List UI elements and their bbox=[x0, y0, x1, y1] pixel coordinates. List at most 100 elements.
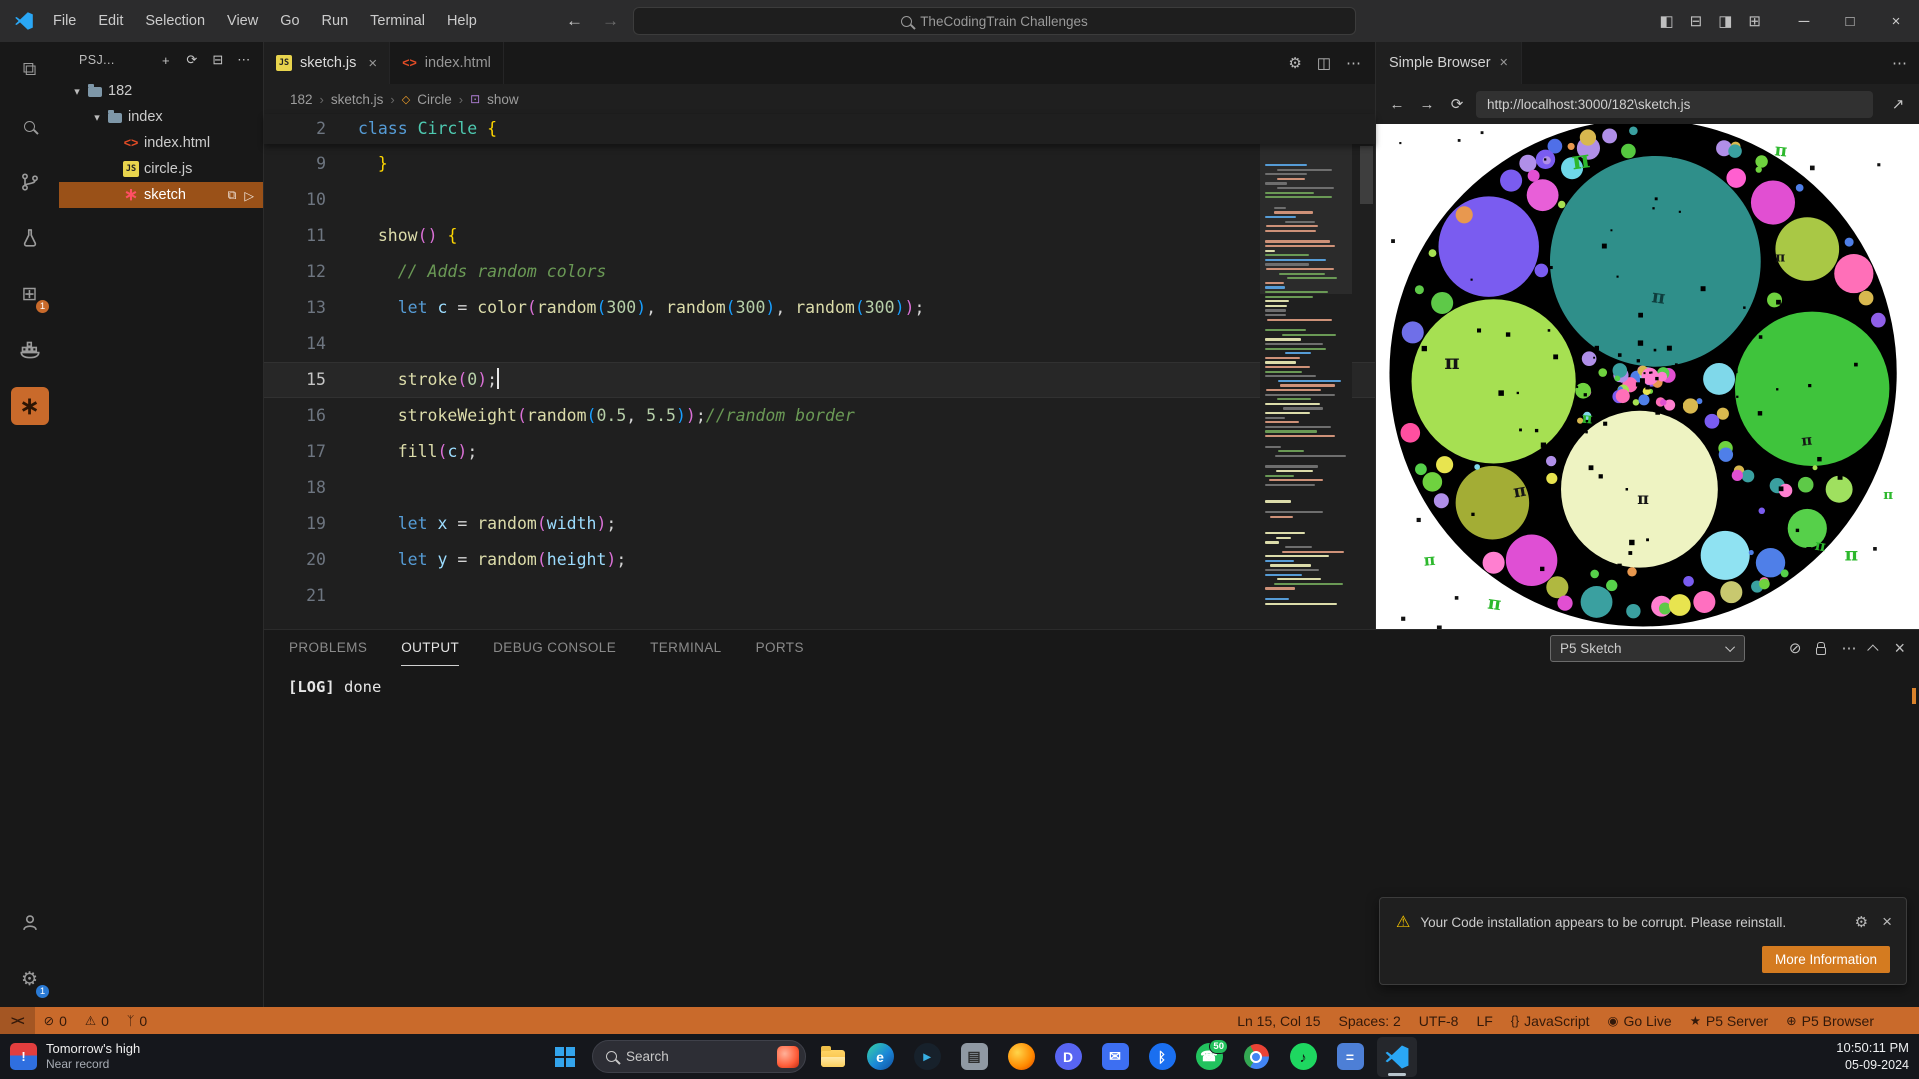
menu-terminal[interactable]: Terminal bbox=[359, 0, 436, 42]
weather-widget[interactable]: ! Tomorrow's high Near record bbox=[10, 1034, 140, 1079]
taskbar-file-explorer[interactable] bbox=[813, 1037, 853, 1077]
nav-forward-icon[interactable]: → bbox=[602, 0, 619, 42]
taskbar-spotify[interactable]: ♪ bbox=[1283, 1037, 1323, 1077]
open-external-icon[interactable]: ↗ bbox=[1883, 89, 1913, 119]
activity-item-extensions[interactable]: ⊞1 bbox=[0, 266, 59, 322]
breadcrumb-item-Circle[interactable]: Circle bbox=[417, 92, 452, 107]
notification-close-icon[interactable]: × bbox=[1882, 912, 1892, 932]
open-to-side-icon[interactable]: ⧉ bbox=[227, 188, 236, 203]
breadcrumb-item-182[interactable]: 182 bbox=[290, 92, 313, 107]
nav-back-icon[interactable]: ← bbox=[566, 0, 583, 42]
taskbar-chrome[interactable] bbox=[1236, 1037, 1276, 1077]
scrollbar-thumb[interactable] bbox=[1360, 146, 1373, 204]
browser-reload-icon[interactable]: ⟳ bbox=[1442, 89, 1472, 119]
toggle-secondary-sidebar-icon[interactable]: ◨ bbox=[1718, 12, 1732, 30]
browser-back-icon[interactable]: ← bbox=[1382, 89, 1412, 119]
taskbar-vscode[interactable] bbox=[1377, 1037, 1417, 1077]
editor-settings-icon[interactable]: ⚙ bbox=[1288, 54, 1301, 72]
activity-item-p5-sketch[interactable]: ∗ bbox=[0, 378, 59, 434]
browser-tab-close-icon[interactable]: × bbox=[1500, 55, 1508, 71]
panel-tab-terminal[interactable]: TERMINAL bbox=[650, 630, 721, 666]
menu-view[interactable]: View bbox=[216, 0, 269, 42]
status-eol[interactable]: LF bbox=[1467, 1007, 1501, 1034]
tree-item-index-html[interactable]: <>index.html bbox=[59, 130, 263, 156]
tab-close-icon[interactable]: × bbox=[368, 55, 377, 72]
status-errors[interactable]: ⊘0 bbox=[35, 1007, 76, 1034]
close-button[interactable]: × bbox=[1873, 0, 1919, 42]
status-go-live[interactable]: ◉Go Live bbox=[1599, 1007, 1681, 1034]
activity-item-settings[interactable]: ⚙1 bbox=[0, 951, 59, 1007]
menu-edit[interactable]: Edit bbox=[87, 0, 134, 42]
taskbar-bluetooth[interactable]: ᛒ bbox=[1142, 1037, 1182, 1077]
panel-close-icon[interactable]: × bbox=[1894, 638, 1905, 659]
taskbar-calculator[interactable]: = bbox=[1330, 1037, 1370, 1077]
taskbar-printer[interactable]: ▤ bbox=[954, 1037, 994, 1077]
minimize-button[interactable]: ─ bbox=[1781, 0, 1827, 42]
status-language-mode[interactable]: {}JavaScript bbox=[1502, 1007, 1599, 1034]
lock-scroll-icon[interactable] bbox=[1816, 647, 1826, 655]
toggle-sidebar-icon[interactable]: ◧ bbox=[1659, 12, 1673, 30]
tree-item-sketch[interactable]: ∗sketch⧉▷ bbox=[59, 182, 263, 208]
more-actions-icon[interactable]: ⋯ bbox=[233, 49, 255, 71]
taskbar-search-box[interactable]: Search bbox=[592, 1040, 806, 1073]
sticky-scroll-line[interactable]: 2class Circle { bbox=[264, 114, 1375, 144]
new-file-icon[interactable]: + bbox=[155, 49, 177, 71]
minimap-slider[interactable] bbox=[1260, 144, 1352, 294]
tree-item-circle-js[interactable]: JScircle.js bbox=[59, 156, 263, 182]
collapse-folders-icon[interactable]: ⊟ bbox=[207, 49, 229, 71]
taskbar-whatsapp[interactable]: ☎50 bbox=[1189, 1037, 1229, 1077]
status-remote-indicator[interactable]: >< bbox=[0, 1007, 35, 1034]
tab-index-html[interactable]: <>index.html bbox=[390, 42, 504, 84]
activity-item-source-control[interactable] bbox=[0, 154, 59, 210]
browser-forward-icon[interactable]: → bbox=[1412, 89, 1442, 119]
panel-tab-ports[interactable]: PORTS bbox=[756, 630, 804, 666]
split-editor-icon[interactable]: ◫ bbox=[1317, 54, 1331, 72]
activity-item-docker[interactable] bbox=[0, 322, 59, 378]
activity-item-testing[interactable] bbox=[0, 210, 59, 266]
toggle-panel-icon[interactable]: ⊟ bbox=[1690, 12, 1703, 30]
code-editor[interactable]: 9 }1011 show() {12 // Adds random colors… bbox=[264, 146, 1375, 614]
status-p5-server[interactable]: ★P5 Server bbox=[1681, 1007, 1777, 1034]
refresh-icon[interactable]: ⟳ bbox=[181, 49, 203, 71]
menu-go[interactable]: Go bbox=[269, 0, 310, 42]
more-information-button[interactable]: More Information bbox=[1762, 946, 1890, 973]
menu-help[interactable]: Help bbox=[436, 0, 488, 42]
activity-item-search[interactable] bbox=[0, 98, 59, 154]
status-encoding[interactable]: UTF-8 bbox=[1410, 1007, 1468, 1034]
more-actions-icon[interactable]: ⋯ bbox=[1346, 54, 1361, 72]
minimap[interactable] bbox=[1260, 144, 1352, 629]
activity-item-explorer[interactable]: ⧉ bbox=[0, 42, 59, 98]
editor-scrollbar[interactable] bbox=[1358, 144, 1375, 629]
tree-item-index[interactable]: ▾index bbox=[59, 104, 263, 130]
menu-selection[interactable]: Selection bbox=[134, 0, 216, 42]
url-input[interactable]: http://localhost:3000/182\sketch.js bbox=[1476, 91, 1873, 118]
customize-layout-icon[interactable]: ⊞ bbox=[1748, 12, 1761, 30]
output-channel-dropdown[interactable]: P5 Sketch bbox=[1550, 635, 1745, 662]
menu-run[interactable]: Run bbox=[311, 0, 360, 42]
status-warnings[interactable]: ⚠0 bbox=[76, 1007, 118, 1034]
start-button[interactable] bbox=[545, 1037, 585, 1077]
taskbar-discord[interactable]: D bbox=[1048, 1037, 1088, 1077]
taskbar-telegram[interactable]: ▸ bbox=[907, 1037, 947, 1077]
status-cursor-position[interactable]: Ln 15, Col 15 bbox=[1228, 1007, 1329, 1034]
tab-sketch-js[interactable]: JSsketch.js× bbox=[264, 42, 390, 84]
status-ports[interactable]: ᛉ0 bbox=[118, 1007, 156, 1034]
notification-settings-icon[interactable]: ⚙ bbox=[1855, 913, 1868, 931]
activity-item-accounts[interactable] bbox=[0, 895, 59, 951]
status-indentation[interactable]: Spaces: 2 bbox=[1330, 1007, 1410, 1034]
maximize-button[interactable]: □ bbox=[1827, 0, 1873, 42]
taskbar-edge[interactable]: e bbox=[860, 1037, 900, 1077]
tree-item-182[interactable]: ▾182 bbox=[59, 78, 263, 104]
maximize-panel-icon[interactable] bbox=[1868, 644, 1879, 655]
breadcrumb-item-show[interactable]: show bbox=[487, 92, 519, 107]
panel-tab-problems[interactable]: PROBLEMS bbox=[289, 630, 367, 666]
browser-more-actions-icon[interactable]: ⋯ bbox=[1892, 54, 1907, 72]
panel-tab-debug-console[interactable]: DEBUG CONSOLE bbox=[493, 630, 616, 666]
status-p5-browser[interactable]: ⊕P5 Browser bbox=[1777, 1007, 1883, 1034]
taskbar-clock[interactable]: 10:50:11 PM 05-09-2024 bbox=[1836, 1034, 1909, 1079]
taskbar-firefox[interactable] bbox=[1001, 1037, 1041, 1077]
menu-file[interactable]: File bbox=[42, 0, 87, 42]
taskbar-mail[interactable]: ✉ bbox=[1095, 1037, 1135, 1077]
simple-browser-tab[interactable]: Simple Browser × bbox=[1376, 42, 1522, 84]
clear-output-icon[interactable]: ⊘ bbox=[1789, 639, 1802, 657]
